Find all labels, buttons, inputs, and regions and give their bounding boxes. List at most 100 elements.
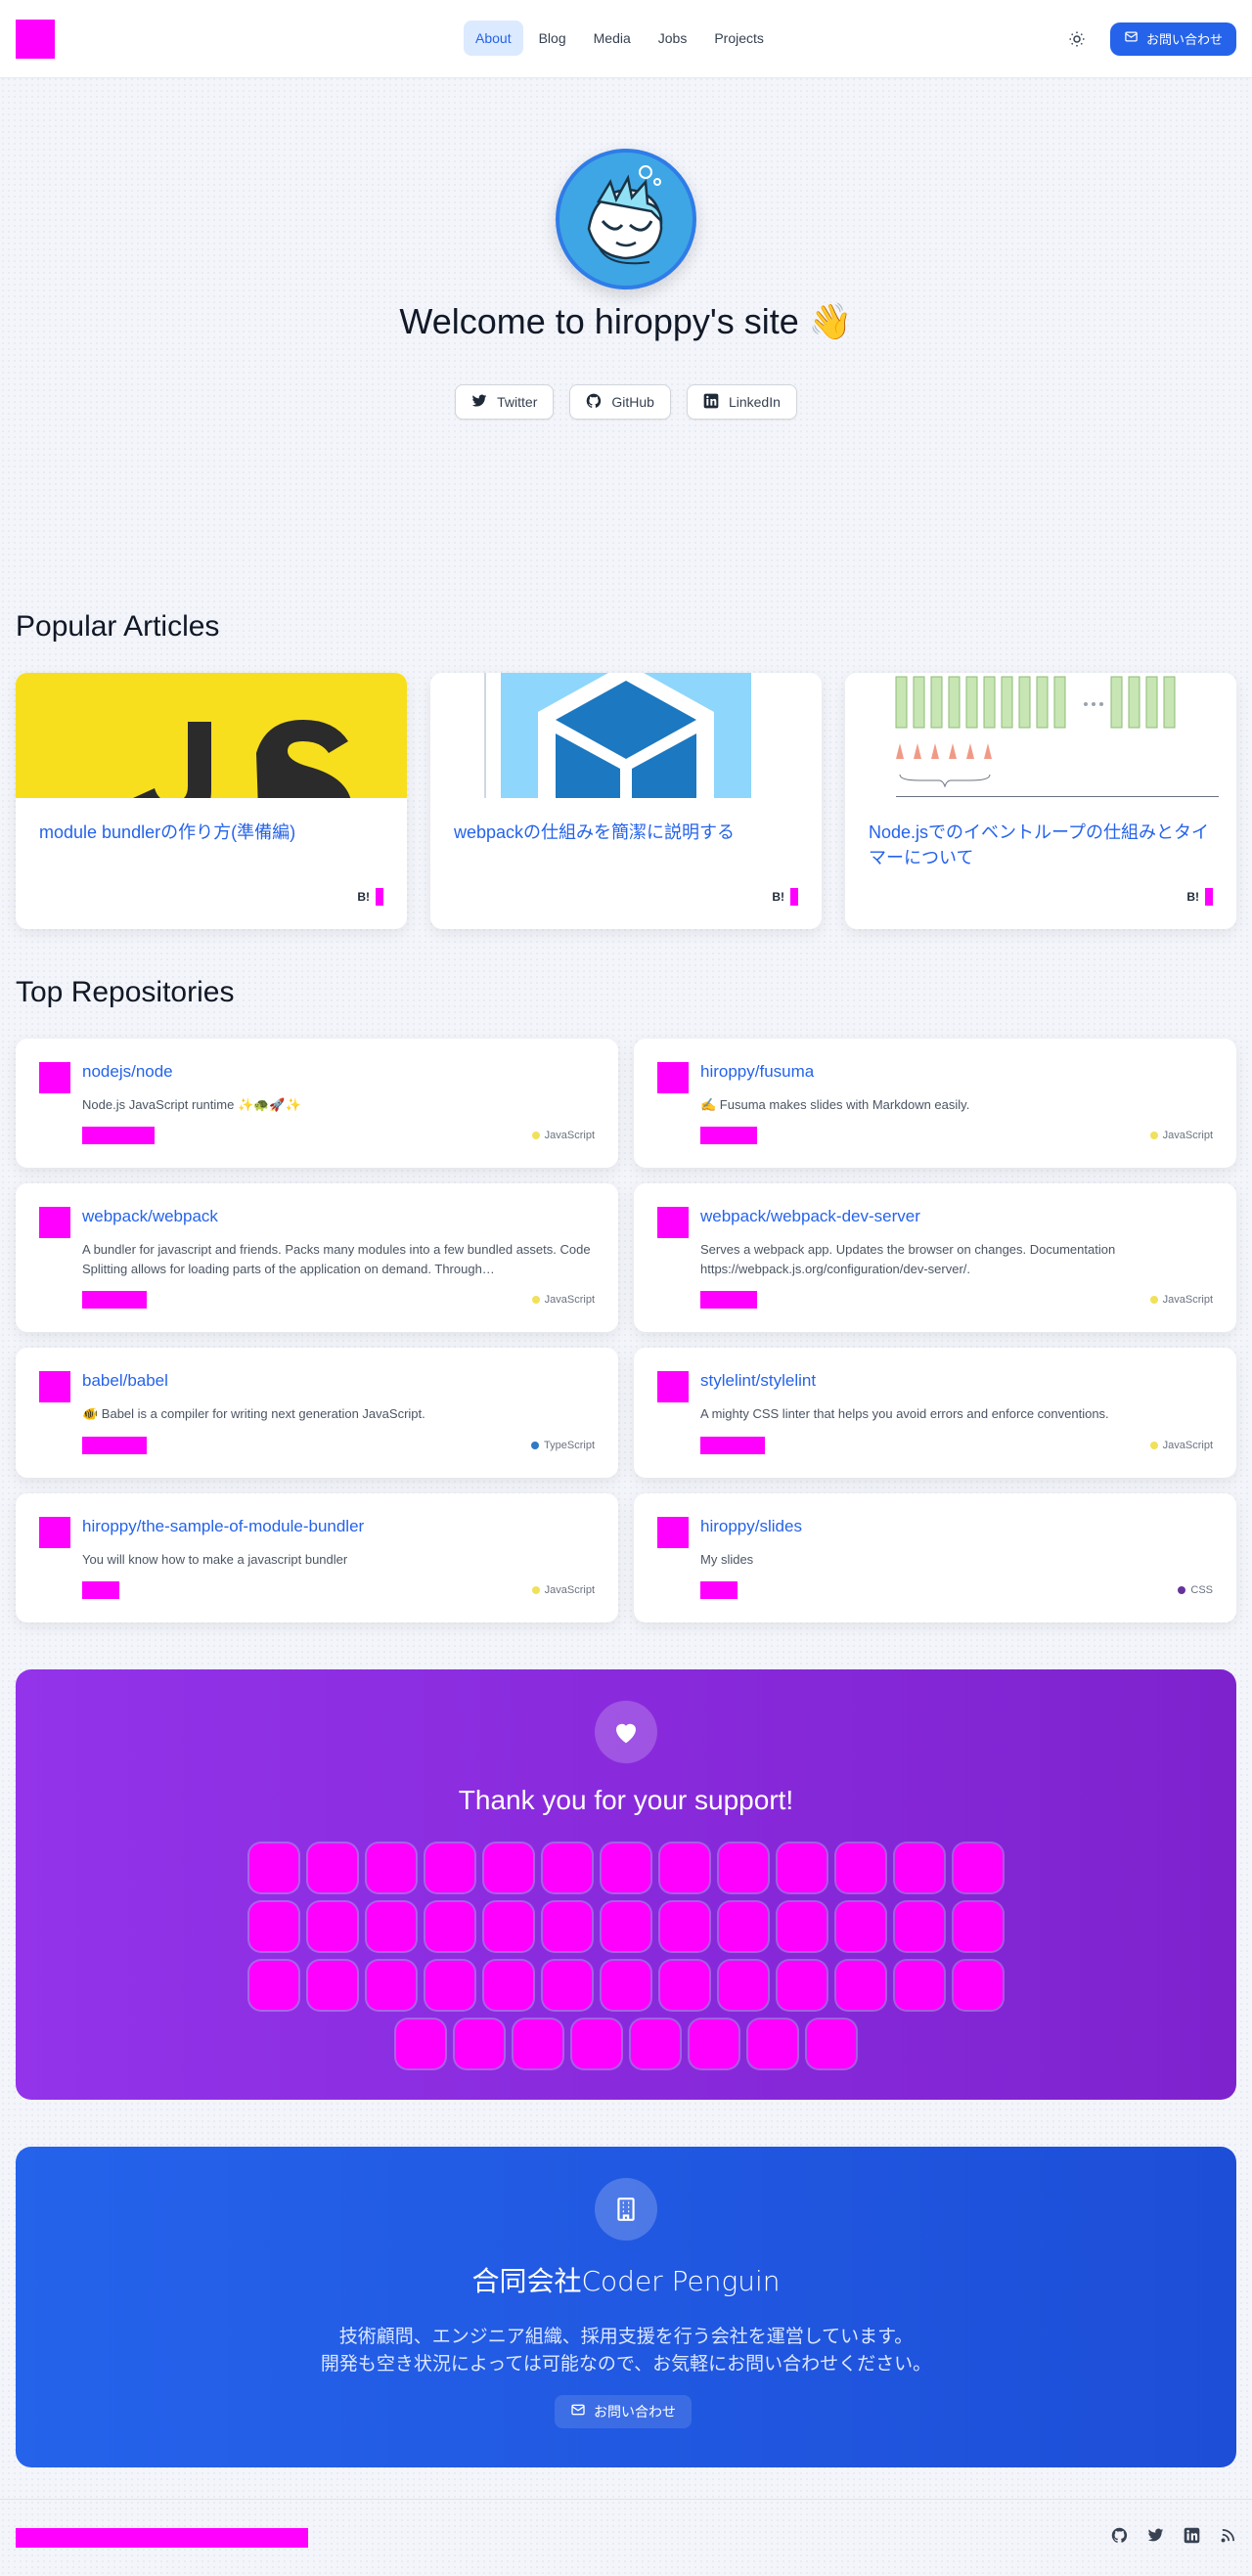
company-description: 技術顧問、エンジニア組織、採用支援を行う会社を運営しています。 開発も空き状況に… [16,2323,1236,2378]
rss-icon[interactable] [1220,2527,1236,2549]
repo-stars [700,1580,738,1599]
contact-button[interactable]: お問い合わせ [1109,22,1236,56]
linkedin-icon[interactable] [1184,2527,1200,2549]
sponsor-avatar[interactable] [367,1901,416,1951]
hatena-bookmark[interactable]: B! [1186,888,1213,906]
sponsor-avatar[interactable] [367,1843,416,1892]
repo-card[interactable]: babel/babel 🐠 Babel is a compiler for wri… [16,1348,618,1478]
popular-articles-section: Popular Articles module bundlerの作り方(準備編)… [0,610,1252,929]
language-label: JavaScript [1162,1439,1213,1451]
repo-card[interactable]: nodejs/node Node.js JavaScript runtime ✨🐢… [16,1039,618,1169]
nav-item-media[interactable]: Media [582,21,643,56]
repo-name[interactable]: webpack/webpack [82,1207,595,1226]
sponsor-avatar[interactable] [425,1843,474,1892]
company-contact-button[interactable]: お問い合わせ [555,2394,692,2428]
sponsor-avatar[interactable] [425,1960,474,2010]
sponsor-avatar[interactable] [572,2019,621,2068]
github-button[interactable]: GitHub [569,384,671,420]
github-icon[interactable] [1111,2527,1128,2549]
repo-card[interactable]: hiroppy/fusuma ✍️ Fusuma makes slides wit… [634,1039,1236,1169]
sponsor-avatar[interactable] [895,1843,944,1892]
nav-item-about[interactable]: About [464,21,523,56]
sponsor-avatar[interactable] [249,1960,298,2010]
contact-button-label: お問い合わせ [1145,33,1223,48]
repo-name[interactable]: stylelint/stylelint [700,1371,1213,1391]
repo-name[interactable]: hiroppy/fusuma [700,1062,1213,1082]
sponsor-avatar[interactable] [778,1901,827,1951]
repo-stars [82,1580,119,1599]
sponsor-avatar[interactable] [602,1960,650,2010]
twitter-icon [471,393,487,412]
repo-card[interactable]: hiroppy/slides My slides CSS [634,1492,1236,1622]
sponsor-avatar[interactable] [954,1843,1003,1892]
bookmark-count [376,888,383,906]
sponsor-avatar[interactable] [455,2019,504,2068]
article-card[interactable]: webpackの仕組みを簡潔に説明する B! [430,673,822,929]
repo-card[interactable]: stylelint/stylelint A mighty CSS linter t… [634,1348,1236,1478]
sponsor-avatar[interactable] [308,1843,357,1892]
sponsor-avatar[interactable] [631,2019,680,2068]
article-card[interactable]: Node.jsでのイベントループの仕組みとタイマーについて B! [845,673,1236,929]
sponsor-avatar[interactable] [396,2019,445,2068]
sponsor-avatar[interactable] [308,1960,357,2010]
sponsor-avatar[interactable] [660,1843,709,1892]
sponsor-avatar[interactable] [602,1901,650,1951]
avatar [556,149,696,289]
twitter-button[interactable]: Twitter [455,384,555,420]
hatena-bookmark[interactable]: B! [772,888,798,906]
repo-card[interactable]: hiroppy/the-sample-of-module-bundler You … [16,1492,618,1622]
sponsor-avatar[interactable] [602,1843,650,1892]
sponsor-avatar[interactable] [778,1843,827,1892]
bookmark-count [1205,888,1213,906]
sponsor-avatar[interactable] [807,2019,856,2068]
sponsor-avatar[interactable] [543,1960,592,2010]
sponsor-avatar[interactable] [836,1960,885,2010]
sponsor-avatar[interactable] [484,1843,533,1892]
sponsor-avatar[interactable] [660,1960,709,2010]
sponsor-avatar[interactable] [954,1901,1003,1951]
sponsor-avatar[interactable] [954,1960,1003,2010]
repo-name[interactable]: nodejs/node [82,1062,595,1082]
article-card[interactable]: module bundlerの作り方(準備編) B! [16,673,407,929]
language-color-dot [1149,1441,1158,1449]
sponsor-avatar[interactable] [543,1901,592,1951]
repo-card[interactable]: webpack/webpack-dev-server Serves a webpa… [634,1183,1236,1333]
twitter-icon[interactable] [1147,2527,1164,2549]
nav-item-jobs[interactable]: Jobs [647,21,699,56]
sponsor-avatar[interactable] [836,1843,885,1892]
sponsor-avatar[interactable] [484,1960,533,2010]
nav-item-projects[interactable]: Projects [702,21,776,56]
sponsor-avatar[interactable] [543,1843,592,1892]
sponsor-avatar[interactable] [249,1843,298,1892]
sponsor-avatar[interactable] [484,1901,533,1951]
sponsor-avatar[interactable] [660,1901,709,1951]
repo-name[interactable]: hiroppy/slides [700,1517,1213,1536]
sponsor-avatar[interactable] [895,1960,944,2010]
sponsor-avatar[interactable] [690,2019,738,2068]
linkedin-button[interactable]: LinkedIn [686,384,797,420]
sponsor-avatar[interactable] [719,1843,768,1892]
sponsor-avatar[interactable] [425,1901,474,1951]
sponsor-avatar[interactable] [719,1960,768,2010]
sponsor-avatar[interactable] [748,2019,797,2068]
repo-name[interactable]: babel/babel [82,1371,595,1391]
repo-language: JavaScript [531,1130,595,1141]
site-logo[interactable] [16,19,55,59]
repo-owner-avatar [657,1371,689,1403]
repo-card[interactable]: webpack/webpack A bundler for javascript … [16,1183,618,1333]
repo-name[interactable]: webpack/webpack-dev-server [700,1207,1213,1226]
nav-item-blog[interactable]: Blog [527,21,578,56]
sponsor-avatar[interactable] [895,1901,944,1951]
sponsor-avatar[interactable] [719,1901,768,1951]
sponsor-avatar[interactable] [836,1901,885,1951]
sponsor-avatar[interactable] [514,2019,562,2068]
sponsor-avatar[interactable] [367,1960,416,2010]
copyright [16,2527,308,2548]
hatena-bookmark[interactable]: B! [357,888,383,906]
sponsor-avatar[interactable] [249,1901,298,1951]
sponsor-avatar[interactable] [778,1960,827,2010]
repo-stars [82,1127,155,1145]
repo-name[interactable]: hiroppy/the-sample-of-module-bundler [82,1517,595,1536]
sponsor-avatar[interactable] [308,1901,357,1951]
sun-icon[interactable] [1067,29,1087,49]
